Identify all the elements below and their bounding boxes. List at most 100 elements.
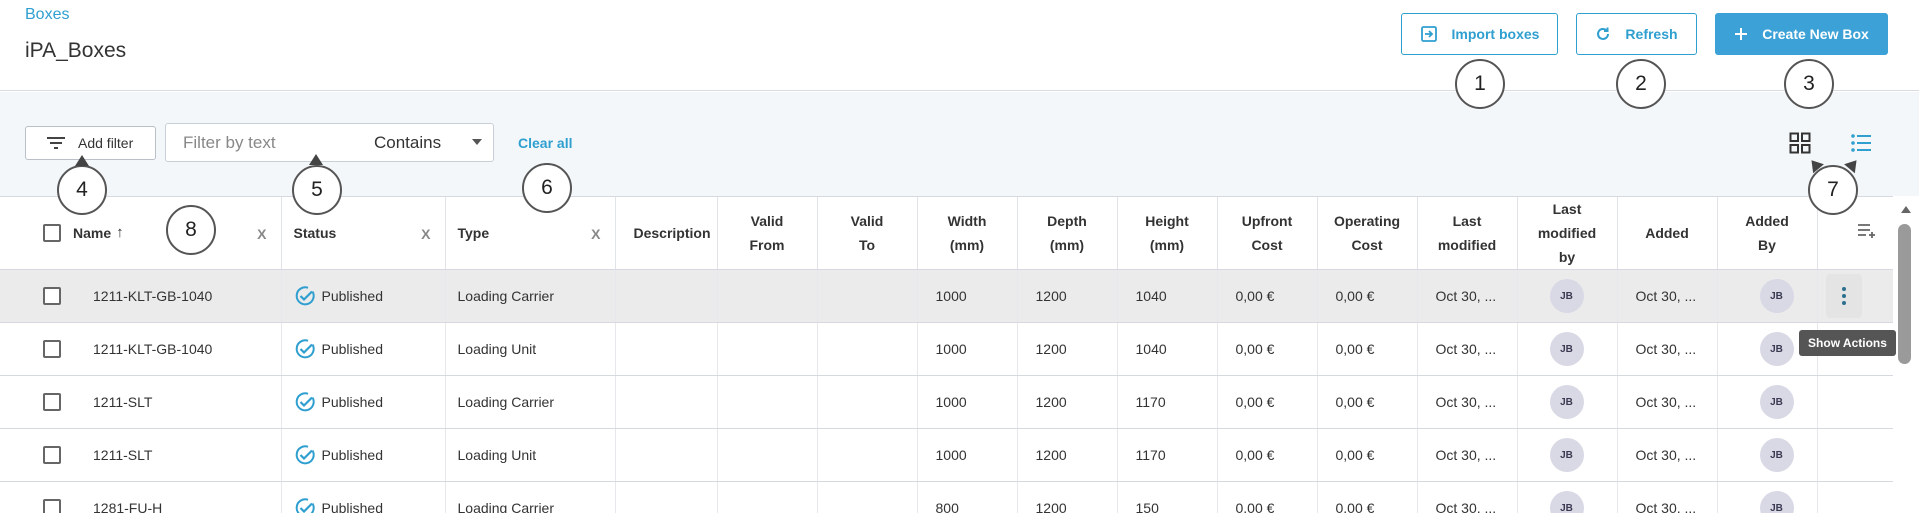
cell-upfront-cost: 0,00 € [1216,375,1317,429]
callout-marker-5: 5 [292,165,342,215]
cell-actions [1816,375,1893,429]
col-header-added-by[interactable]: Added By [1716,196,1817,270]
vertical-scrollbar[interactable] [1893,196,1919,513]
published-check-icon [295,392,315,412]
breadcrumb-boxes[interactable]: Boxes [25,6,69,24]
callout-marker-3: 3 [1784,59,1834,109]
col-header-depth[interactable]: Depth (mm) [1016,196,1117,270]
scroll-up-arrow-icon[interactable] [1901,206,1911,213]
cell-type: Loading Unit [444,322,615,376]
sort-ascending-icon[interactable]: ↑ [116,221,124,245]
published-check-icon [295,339,315,359]
cell-last-modified-by: JB [1516,322,1617,376]
row-checkbox[interactable] [43,499,61,513]
col-header-width[interactable]: Width (mm) [916,196,1017,270]
avatar: JB [1759,385,1794,419]
cell-description [614,428,717,482]
table-row[interactable]: 1211-SLT Published Loading Unit 1000 1200 117… [0,428,1893,482]
col-valid-from-label-2: From [749,237,785,253]
col-header-operating-cost[interactable]: Operating Cost [1316,196,1417,270]
col-header-description[interactable]: Description [614,196,717,270]
refresh-icon [1597,27,1610,40]
col-type-label: Type [457,225,490,241]
row-status: Published [321,447,384,463]
add-column-icon[interactable] [1857,222,1877,238]
remove-name-column-button[interactable]: X [257,222,266,246]
row-checkbox[interactable] [43,340,61,358]
col-last-modified-label-2: modified [1437,237,1497,253]
col-depth-label-1: Depth [1047,213,1087,229]
col-height-label-1: Height [1145,213,1189,229]
col-header-name[interactable]: Name ↑ X [0,196,281,270]
filter-text-input[interactable] [166,124,361,161]
col-valid-from-label-1: Valid [750,213,784,229]
table-row[interactable]: 1281-FU-H Published Loading Carrier 800 1200… [0,481,1893,513]
cell-last-modified-by: JB [1516,428,1617,482]
row-name: 1281-FU-H [93,500,163,513]
scroll-thumb[interactable] [1898,224,1911,364]
cell-upfront-cost: 0,00 € [1216,481,1317,513]
col-header-type[interactable]: Type X [444,196,615,270]
col-header-upfront-cost[interactable]: Upfront Cost [1216,196,1317,270]
col-width-label-2: (mm) [949,237,985,253]
col-added-by-label-1: Added [1745,213,1789,229]
col-header-last-modified-by[interactable]: Last modified by [1516,196,1617,270]
cell-valid-from [716,375,817,429]
cell-status: Published [280,375,445,429]
remove-type-column-button[interactable]: X [591,222,600,246]
add-filter-button[interactable]: Add filter [25,126,156,160]
cell-name: 1211-KLT-GB-1040 [0,322,281,376]
col-header-valid-from[interactable]: Valid From [716,196,817,270]
refresh-button[interactable]: Refresh [1576,13,1697,55]
col-status-label: Status [293,225,337,241]
cell-last-modified: Oct 30, ... [1416,428,1517,482]
filter-mode-select[interactable]: Contains [374,124,492,161]
table-row[interactable]: 1211-KLT-GB-1040 Published Loading Unit 100… [0,322,1893,376]
cell-added: Oct 30, ... [1616,375,1717,429]
col-valid-to-label-1: Valid [850,213,884,229]
cell-type: Loading Carrier [444,375,615,429]
cell-valid-from [716,322,817,376]
show-actions-kebab-icon[interactable] [1825,274,1862,318]
list-view-toggle[interactable] [1850,132,1872,159]
cell-last-modified-by: JB [1516,269,1617,323]
cell-added-by: JB [1716,269,1817,323]
page-title: iPA_Boxes [25,39,127,62]
table-row[interactable]: 1211-SLT Published Loading Carrier 1000 1200… [0,375,1893,429]
cell-name: 1211-SLT [0,428,281,482]
avatar: JB [1549,438,1584,472]
import-boxes-button[interactable]: Import boxes [1401,13,1558,55]
cell-operating-cost: 0,00 € [1316,428,1417,482]
clear-all-link[interactable]: Clear all [518,135,572,151]
col-header-added[interactable]: Added [1616,196,1717,270]
callout-pointer-4 [75,155,89,166]
cell-operating-cost: 0,00 € [1316,375,1417,429]
row-name: 1211-SLT [93,447,153,463]
row-checkbox[interactable] [43,393,61,411]
table-row[interactable]: 1211-KLT-GB-1040 Published Loading Carrier… [0,269,1893,323]
boxes-table-container: Name ↑ X Status X Type X Description Val… [0,196,1893,513]
cell-depth: 1200 [1016,269,1117,323]
col-header-height[interactable]: Height (mm) [1116,196,1217,270]
row-name: 1211-KLT-GB-1040 [93,288,213,304]
cell-name: 1211-KLT-GB-1040 [0,269,281,323]
col-header-last-modified[interactable]: Last modified [1416,196,1517,270]
create-new-box-button[interactable]: Create New Box [1715,13,1888,55]
create-new-box-label: Create New Box [1762,26,1869,42]
add-filter-label: Add filter [78,135,134,151]
col-header-valid-to[interactable]: Valid To [816,196,917,270]
row-checkbox[interactable] [43,287,61,305]
avatar: JB [1549,385,1584,419]
select-all-checkbox[interactable] [43,224,61,242]
col-added-label: Added [1645,225,1689,241]
remove-status-column-button[interactable]: X [421,222,430,246]
cell-height: 1040 [1116,269,1217,323]
col-upfront-label-1: Upfront [1241,213,1293,229]
grid-view-toggle[interactable] [1789,132,1811,159]
refresh-label: Refresh [1625,26,1678,42]
import-boxes-label: Import boxes [1451,26,1540,42]
row-checkbox[interactable] [43,446,61,464]
published-check-icon [295,445,315,465]
cell-operating-cost: 0,00 € [1316,269,1417,323]
cell-last-modified-by: JB [1516,481,1617,513]
